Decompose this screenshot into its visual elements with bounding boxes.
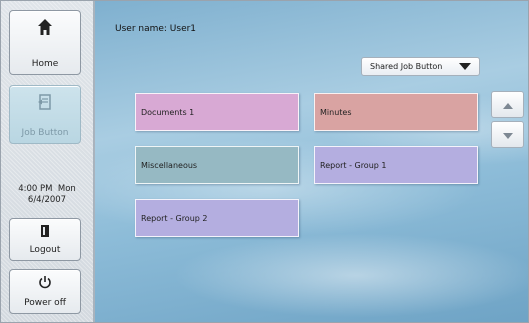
clock-time: 4:00 PM Mon	[18, 184, 76, 194]
job-button-minutes[interactable]: Minutes	[314, 93, 478, 131]
job-label: Minutes	[320, 107, 352, 117]
job-button-documents-1[interactable]: Documents 1	[135, 93, 299, 131]
main-panel: User name: User1 Shared Job Button Docum…	[95, 1, 528, 322]
job-button-label: Job Button	[21, 128, 69, 138]
job-label: Report - Group 1	[320, 160, 387, 170]
job-label: Documents 1	[141, 107, 195, 117]
scroll-up-icon	[502, 95, 514, 114]
power-off-label: Power off	[24, 298, 66, 308]
logout-label: Logout	[29, 245, 61, 255]
job-button-icon	[10, 93, 80, 113]
shared-job-button-dropdown[interactable]: Shared Job Button	[361, 57, 480, 76]
shared-job-button-label: Shared Job Button	[370, 62, 443, 71]
logout-button[interactable]: Logout	[9, 218, 81, 261]
scroll-up-button[interactable]	[491, 91, 524, 118]
power-off-button[interactable]: Power off	[9, 269, 81, 314]
job-button-report-group-1[interactable]: Report - Group 1	[314, 146, 478, 184]
power-icon	[10, 275, 80, 295]
app-window: Home Job Button 4:00 PM Mon 6/4/2007 Log…	[0, 0, 529, 323]
sidebar: Home Job Button 4:00 PM Mon 6/4/2007 Log…	[1, 1, 95, 322]
logout-icon	[10, 224, 80, 244]
clock-date: 6/4/2007	[27, 195, 67, 205]
home-label: Home	[31, 59, 59, 69]
job-label: Miscellaneous	[141, 160, 198, 170]
job-button-report-group-2[interactable]: Report - Group 2	[135, 199, 299, 237]
chevron-down-icon	[459, 63, 471, 70]
job-button-nav[interactable]: Job Button	[9, 85, 81, 144]
user-name-text: User name: User1	[115, 24, 197, 34]
job-label: Report - Group 2	[141, 213, 208, 223]
job-button-miscellaneous[interactable]: Miscellaneous	[135, 146, 299, 184]
home-icon	[10, 18, 80, 38]
scroll-down-button[interactable]	[491, 121, 524, 148]
home-button[interactable]: Home	[9, 10, 81, 75]
scroll-down-icon	[502, 125, 514, 144]
clock: 4:00 PM Mon 6/4/2007	[1, 184, 93, 206]
